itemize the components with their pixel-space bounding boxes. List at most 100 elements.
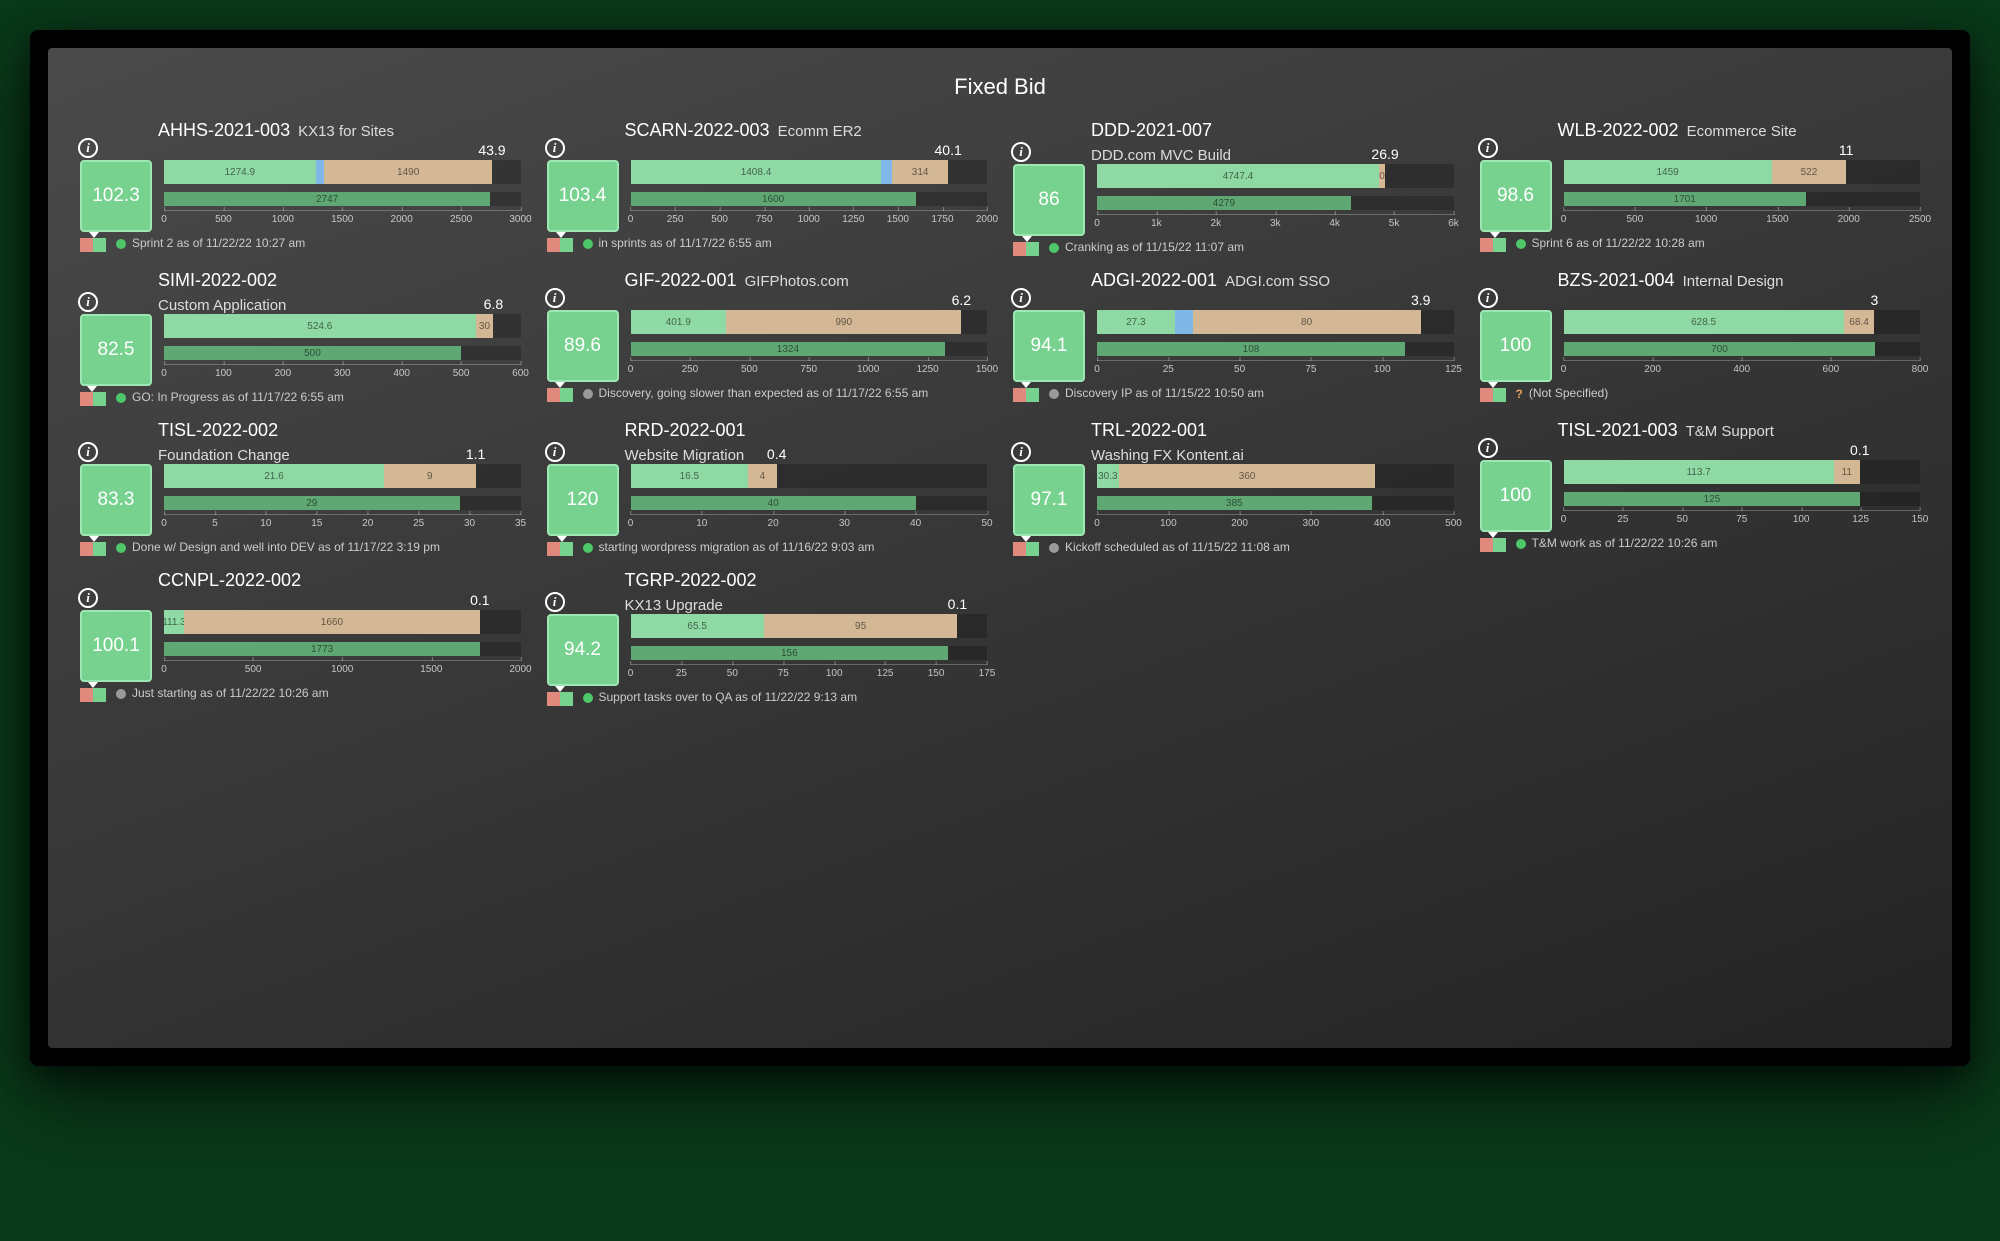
axis-tick: 2000	[509, 661, 531, 675]
bars-area: 30.33603850100200300400500	[1097, 464, 1454, 536]
info-icon[interactable]: i	[545, 592, 565, 612]
bar-segment: 156	[631, 646, 949, 660]
progress-bar: 65.595	[631, 614, 988, 638]
budget-bar: 500	[164, 346, 521, 360]
budget-bar: 385	[1097, 496, 1454, 510]
project-card: DDD-2021-007DDD.com MVC Buildi8626.94747…	[1009, 118, 1458, 258]
delta-label: 3	[1870, 292, 1878, 308]
bar-segment: 27.3	[1097, 310, 1175, 334]
bar-segment: 29	[164, 496, 460, 510]
project-name: Custom Application	[158, 297, 521, 314]
bar-segment: 65.5	[631, 614, 764, 638]
axis-tick: 100	[826, 665, 843, 679]
info-icon[interactable]: i	[78, 442, 98, 462]
bars-area: 0.1113.7111250255075100125150	[1564, 460, 1921, 532]
delta-label: 40.1	[935, 142, 962, 158]
status-label: T&M work as of 11/22/22 10:26 am	[1532, 536, 1718, 552]
axis-tick: 250	[667, 211, 684, 225]
axis: 0255075100125	[1097, 360, 1454, 378]
status-dot	[1049, 389, 1059, 399]
project-name: DDD.com MVC Build	[1091, 147, 1454, 164]
status-label: Done w/ Design and well into DEV as of 1…	[132, 540, 440, 556]
card-footer: starting wordpress migration as of 11/16…	[547, 540, 988, 556]
info-icon[interactable]: i	[545, 138, 565, 158]
axis-tick: 10	[696, 515, 707, 529]
bar-segment: 524.6	[164, 314, 476, 338]
axis-tick: 1000	[798, 211, 820, 225]
bar-segment: 522	[1772, 160, 1847, 184]
axis-tick: 150	[1912, 511, 1929, 525]
project-card: GIF-2022-001GIFPhotos.comi89.66.2401.999…	[543, 268, 992, 408]
bars-area: 6.8524.6305000100200300400500600	[164, 314, 521, 386]
axis-tick: 50	[727, 665, 738, 679]
caret-icon	[1490, 232, 1500, 238]
bars-area: 0.1111.3166017730500100015002000	[164, 610, 521, 682]
status-label: GO: In Progress as of 11/17/22 6:55 am	[132, 390, 344, 406]
info-icon[interactable]: i	[1478, 438, 1498, 458]
progress-bar: 401.9990	[631, 310, 988, 334]
card-header: RRD-2022-001Website Migration	[625, 420, 988, 464]
info-icon[interactable]: i	[1478, 288, 1498, 308]
gauge-box: 82.5	[80, 314, 152, 386]
axis-tick: 400	[1733, 361, 1750, 375]
axis: 0500100015002000	[164, 660, 521, 678]
info-icon[interactable]: i	[545, 288, 565, 308]
caret-icon	[1021, 382, 1031, 388]
axis-tick: 40	[910, 515, 921, 529]
status-text: Support tasks over to QA as of 11/22/22 …	[583, 690, 858, 706]
bar-segment: 628.5	[1564, 310, 1844, 334]
project-code: GIF-2022-001	[625, 270, 737, 291]
info-icon[interactable]: i	[1011, 142, 1031, 162]
progress-bar: 1274.91490	[164, 160, 521, 184]
card-body: i100.10.1111.3166017730500100015002000	[80, 610, 521, 682]
bar-segment: 1274.9	[164, 160, 316, 184]
axis-tick: 0	[1094, 215, 1100, 229]
gauge-box: 97.1	[1013, 464, 1085, 536]
delta-label: 0.1	[1850, 442, 1869, 458]
status-label: in sprints as of 11/17/22 6:55 am	[599, 236, 772, 252]
status-label: Sprint 6 as of 11/22/22 10:28 am	[1532, 236, 1705, 252]
device-frame: Fixed Bid AHHS-2021-003KX13 for Sitesi10…	[30, 30, 1970, 1066]
health-indicator	[547, 542, 573, 556]
bar-segment: 1660	[184, 610, 480, 634]
axis-tick: 0	[628, 211, 634, 225]
bar-segment: 360	[1119, 464, 1376, 488]
info-icon[interactable]: i	[78, 588, 98, 608]
info-icon[interactable]: i	[78, 138, 98, 158]
axis-tick: 3000	[509, 211, 531, 225]
budget-bar: 2747	[164, 192, 521, 206]
axis-tick: 600	[1823, 361, 1840, 375]
status-label: Cranking as of 11/15/22 11:07 am	[1065, 240, 1244, 256]
axis-tick: 0	[1094, 515, 1100, 529]
card-footer: in sprints as of 11/17/22 6:55 am	[547, 236, 988, 252]
bars-area: 111459522170105001000150020002500	[1564, 160, 1921, 232]
axis-tick: 30	[464, 515, 475, 529]
card-body: i1000.1113.7111250255075100125150	[1480, 460, 1921, 532]
info-icon[interactable]: i	[1478, 138, 1498, 158]
status-text: Sprint 6 as of 11/22/22 10:28 am	[1516, 236, 1705, 252]
info-icon[interactable]: i	[1011, 442, 1031, 462]
bar-segment: 30.3	[1097, 464, 1119, 488]
card-header: GIF-2022-001GIFPhotos.com	[625, 270, 988, 310]
card-body: i89.66.2401.9990132402505007501000125015…	[547, 310, 988, 382]
project-code: TGRP-2022-002	[625, 570, 757, 591]
progress-bar: 27.380	[1097, 310, 1454, 334]
info-icon[interactable]: i	[1011, 288, 1031, 308]
card-footer: Cranking as of 11/15/22 11:07 am	[1013, 240, 1454, 256]
bars-area: 26.94747.4100427901k2k3k4k5k6k	[1097, 164, 1454, 236]
axis-tick: 2500	[450, 211, 472, 225]
info-icon[interactable]: i	[78, 292, 98, 312]
info-icon[interactable]: i	[545, 442, 565, 462]
axis-tick: 0	[1561, 511, 1567, 525]
bars-area: 40.11408.4314160002505007501000125015001…	[631, 160, 988, 232]
card-header: CCNPL-2022-002	[158, 570, 521, 610]
axis-tick: 0	[161, 661, 167, 675]
bar-segment: 1459	[1564, 160, 1772, 184]
project-code: RRD-2022-001	[625, 420, 746, 441]
gauge-box: 100	[1480, 310, 1552, 382]
project-card: BZS-2021-004Internal Designi1003628.568.…	[1476, 268, 1925, 408]
axis-tick: 25	[1617, 511, 1628, 525]
axis-tick: 250	[682, 361, 699, 375]
axis-tick: 500	[1626, 211, 1643, 225]
status-label: Support tasks over to QA as of 11/22/22 …	[599, 690, 858, 706]
